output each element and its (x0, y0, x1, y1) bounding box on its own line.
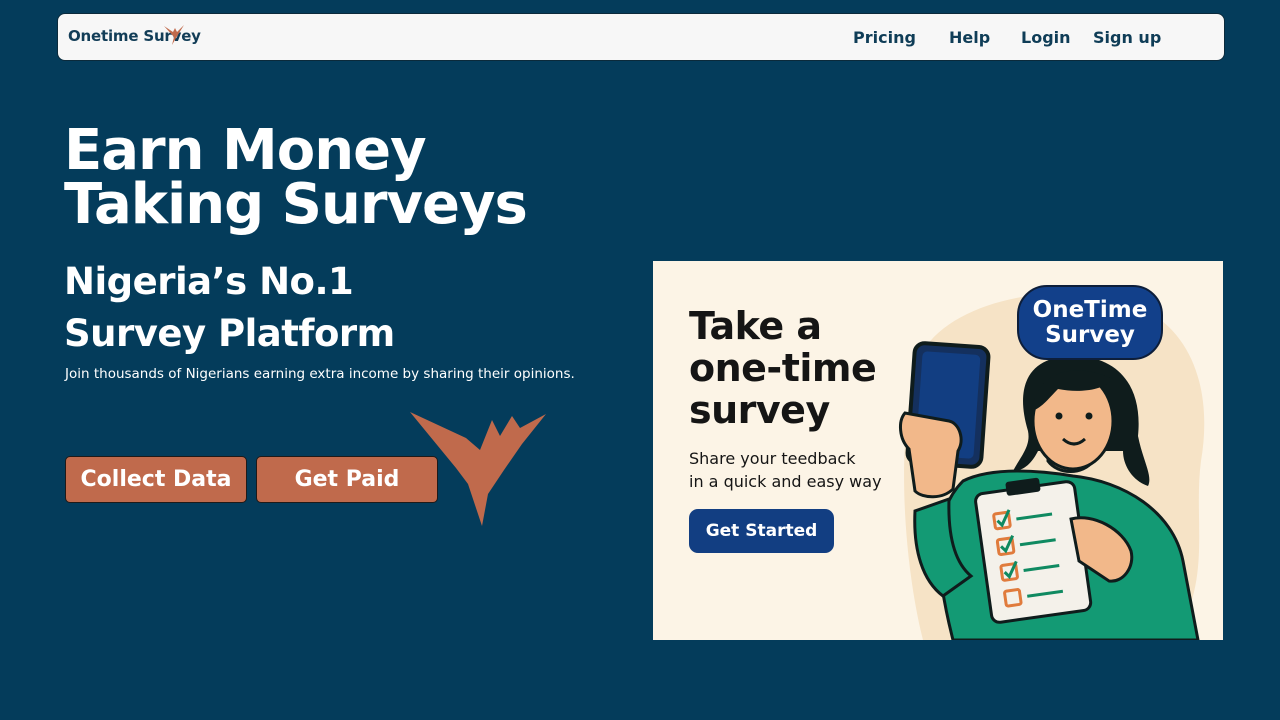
promo-title-line3: survey (689, 388, 830, 432)
hero-headline-line2: Taking Surveys (64, 172, 528, 237)
get-started-button[interactable]: Get Started (689, 509, 834, 553)
promo-title-line2: one-time (689, 346, 877, 390)
promo-title: Take a one-time survey (689, 305, 949, 431)
hero-subheading-line1: Nigeria’s No.1 (64, 260, 354, 303)
bird-logo-icon (410, 412, 546, 526)
hero-tagline: Join thousands of Nigerians earning extr… (65, 366, 575, 382)
promo-title-line1: Take a (689, 304, 822, 348)
promo-description-line1: Share your teedback (689, 449, 856, 468)
hero-headline-line1: Earn Money (64, 118, 427, 183)
promo-description-line2: in a quick and easy way (689, 472, 882, 491)
promo-card: Take a one-time survey Share your teedba… (653, 261, 1223, 640)
nav-link-help[interactable]: Help (949, 28, 990, 47)
brand-logo[interactable]: Onetime Survey (68, 25, 201, 45)
badge-line2: Survey (1045, 321, 1135, 348)
nav-link-signup[interactable]: Sign up (1093, 28, 1161, 47)
badge-line1: OneTime (1032, 296, 1148, 323)
nav-link-login[interactable]: Login (1021, 28, 1071, 47)
hero-subheading-line2: Survey Platform (64, 312, 395, 355)
collect-data-button[interactable]: Collect Data (65, 456, 247, 503)
top-navbar: Onetime Survey Pricing Help Login Sign u… (57, 13, 1225, 61)
nav-link-pricing[interactable]: Pricing (853, 28, 916, 47)
hero-headline: Earn Money Taking Surveys (64, 118, 584, 237)
onetime-survey-badge: OneTime Survey (1017, 285, 1163, 360)
bird-logo-icon (164, 25, 184, 45)
hero-subheading: Nigeria’s No.1 Survey Platform (64, 256, 584, 360)
promo-description: Share your teedback in a quick and easy … (689, 447, 919, 493)
